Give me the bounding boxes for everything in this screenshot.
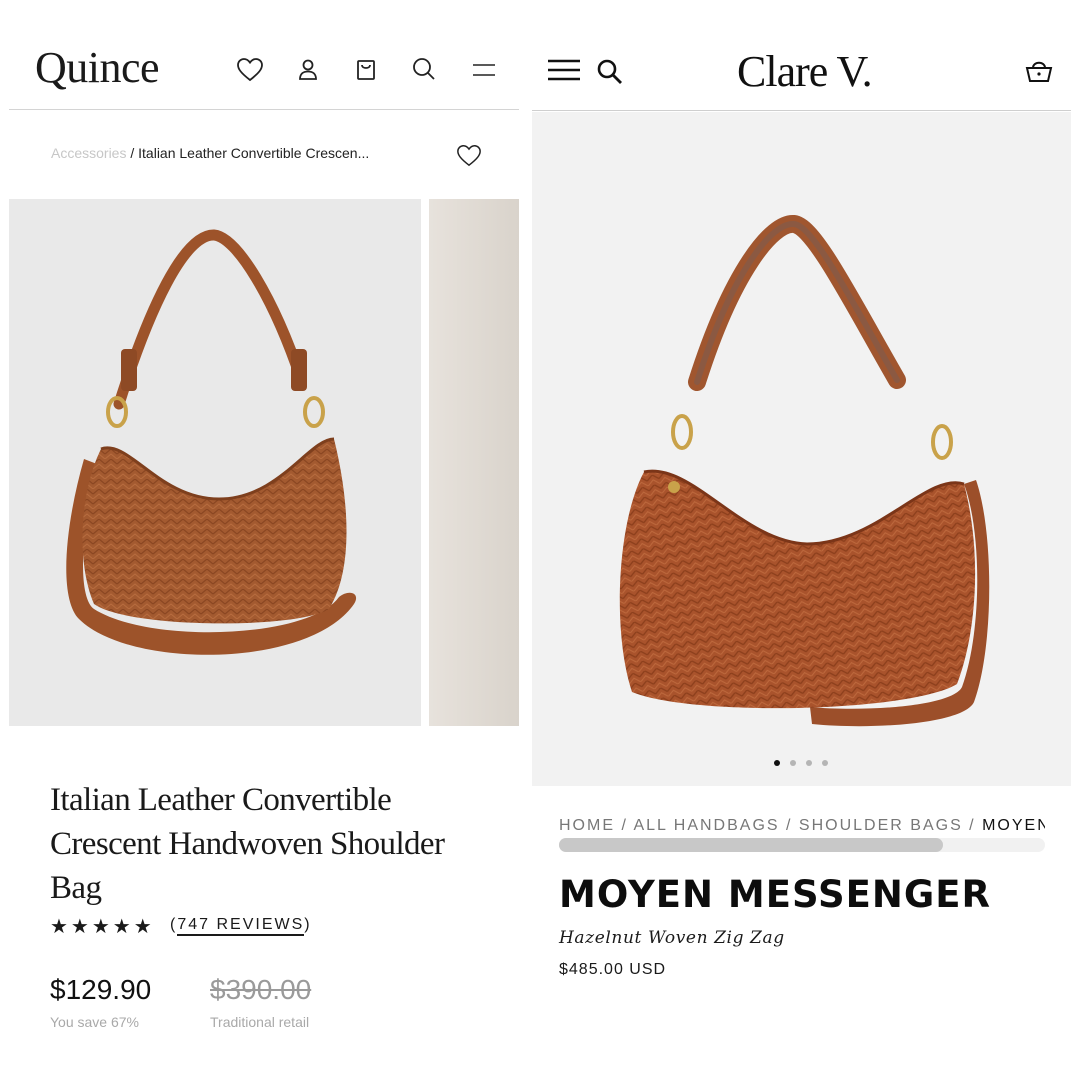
- breadcrumb: HOME / ALL HANDBAGS / SHOULDER BAGS / MO…: [559, 817, 1045, 835]
- retail-price: $390.00: [210, 974, 312, 1005]
- account-icon[interactable]: [293, 55, 323, 85]
- breadcrumb-home-link[interactable]: HOME: [559, 817, 615, 834]
- bag-icon[interactable]: [351, 55, 381, 85]
- breadcrumb-current: Italian Leather Convertible Crescen...: [138, 145, 370, 161]
- product-price: $485.00 USD: [559, 961, 667, 978]
- basket-icon[interactable]: [1024, 56, 1054, 86]
- heart-icon[interactable]: [235, 55, 265, 85]
- breadcrumb-separator: /: [779, 817, 799, 834]
- carousel-dots: [774, 760, 828, 766]
- product-title: Italian Leather Convertible Crescent Han…: [50, 782, 445, 906]
- breadcrumb-scrollbar[interactable]: [559, 838, 1045, 852]
- reviews-close-paren: ): [304, 916, 312, 933]
- carousel-dot[interactable]: [790, 760, 796, 766]
- search-icon[interactable]: [409, 55, 439, 85]
- breadcrumb-current: MOYEN: [982, 817, 1045, 834]
- breadcrumb: Accessories / Italian Leather Convertibl…: [51, 145, 369, 161]
- menu-icon[interactable]: [548, 58, 580, 84]
- quince-header: Quince: [9, 0, 519, 110]
- product-image-carousel[interactable]: [532, 112, 1071, 786]
- menu-icon[interactable]: [469, 55, 499, 85]
- quince-logo[interactable]: Quince: [35, 42, 160, 93]
- breadcrumb-handbags-link[interactable]: ALL HANDBAGS: [633, 817, 779, 834]
- clarev-product-page: Clare V. HOME / ALL HANDBAGS / SHOULDER …: [532, 0, 1071, 1080]
- clarev-header: Clare V.: [532, 0, 1071, 111]
- quince-product-page: Quince Accessories / Italian Leather Con…: [9, 0, 519, 1080]
- product-image-main[interactable]: [9, 199, 421, 726]
- breadcrumb-shoulder-bags-link[interactable]: SHOULDER BAGS: [799, 817, 963, 834]
- product-color-name: Hazelnut Woven Zig Zag: [559, 928, 785, 948]
- breadcrumb-parent-link[interactable]: Accessories: [51, 145, 126, 161]
- clarev-logo[interactable]: Clare V.: [737, 46, 873, 97]
- savings-text: You save 67%: [50, 1014, 139, 1030]
- carousel-dot[interactable]: [806, 760, 812, 766]
- product-image-next[interactable]: [429, 199, 519, 726]
- breadcrumb-separator: /: [962, 817, 983, 834]
- product-title: MOYEN MESSENGER: [559, 873, 991, 916]
- carousel-dot[interactable]: [822, 760, 828, 766]
- breadcrumb-separator: /: [615, 817, 634, 834]
- star-rating[interactable]: ★★★★★: [50, 914, 155, 939]
- product-price: $129.90: [50, 974, 152, 1005]
- woven-crescent-bag-illustration: [66, 229, 357, 655]
- retail-label: Traditional retail: [210, 1014, 310, 1030]
- scrollbar-thumb[interactable]: [559, 838, 943, 852]
- breadcrumb-separator: /: [126, 145, 139, 161]
- carousel-dot[interactable]: [774, 760, 780, 766]
- moyen-messenger-bag-illustration: [619, 215, 990, 727]
- search-icon[interactable]: [596, 58, 624, 86]
- reviews-link[interactable]: (747 REVIEWS): [170, 916, 312, 936]
- wishlist-heart-icon[interactable]: [455, 142, 483, 168]
- reviews-count: 747 REVIEWS: [177, 916, 305, 936]
